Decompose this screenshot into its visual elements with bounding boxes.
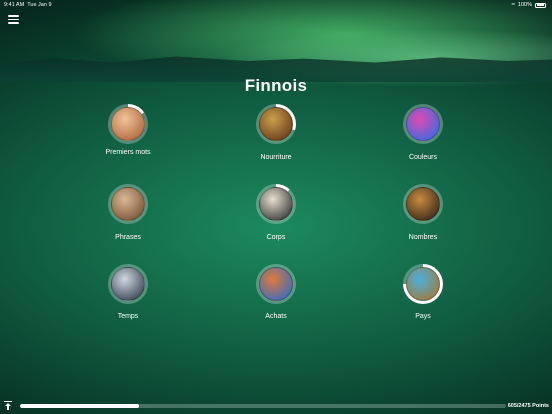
topic-image: [111, 187, 145, 221]
topic-progress-ring: [108, 104, 148, 144]
topic-label: Phrases: [115, 234, 141, 241]
status-right: ≈ 100%: [512, 0, 546, 10]
bottom-progress-bar: 605/2475 Points: [0, 398, 552, 414]
menu-icon-line: [8, 22, 19, 24]
topic-label: Achats: [265, 313, 287, 320]
topic-phrases[interactable]: Phrases: [78, 184, 178, 243]
status-bar: 9:41 AM Tue Jan 9 ≈ 100%: [0, 0, 552, 10]
topic-image: [406, 267, 440, 301]
points-progress-track: [20, 404, 506, 408]
topic-label: Pays: [415, 313, 431, 320]
topic-progress-ring: [256, 104, 296, 144]
status-time-text: 9:41 AM: [4, 2, 25, 8]
topic-image: [406, 187, 440, 221]
menu-icon-line: [8, 15, 19, 17]
page-title: Finnois: [244, 76, 308, 95]
topic-image: [406, 107, 440, 141]
topic-nourriture[interactable]: Nourriture: [226, 104, 326, 163]
topic-label: Temps: [117, 313, 139, 320]
topic-pays[interactable]: Pays: [373, 264, 473, 322]
topic-progress-ring: [256, 264, 296, 304]
topic-label: Couleurs: [408, 154, 437, 161]
topic-progress-ring: [108, 264, 148, 304]
topic-corps[interactable]: Corps: [226, 184, 326, 243]
menu-icon-line: [8, 18, 19, 20]
status-time: 9:41 AM Tue Jan 9: [4, 0, 52, 10]
topic-progress-ring: [403, 104, 443, 144]
topic-label: Corps: [266, 234, 286, 241]
topic-image: [111, 267, 145, 301]
topic-image: [259, 107, 293, 141]
topic-label: Nombres: [408, 234, 438, 241]
topic-progress-ring: [108, 184, 148, 224]
topic-label: Nourriture: [260, 154, 292, 161]
topic-premiers-mots[interactable]: Premiers mots: [78, 104, 178, 158]
topic-achats[interactable]: Achats: [226, 264, 326, 322]
topic-nombres[interactable]: Nombres: [373, 184, 473, 243]
topic-image: [259, 267, 293, 301]
upload-icon-stem: [7, 404, 9, 410]
battery-percent: 100%: [517, 2, 532, 8]
topic-couleurs[interactable]: Couleurs: [373, 104, 473, 163]
points-progress-fill: [20, 404, 139, 408]
battery-icon: [535, 2, 546, 8]
topic-image: [259, 187, 293, 221]
topic-label: Premiers mots: [105, 149, 151, 156]
status-date-text: Tue Jan 9: [27, 2, 52, 8]
wifi-icon: ≈: [511, 2, 515, 8]
points-label: 605/2475 Points: [507, 403, 549, 409]
menu-button[interactable]: [8, 13, 19, 24]
upload-icon[interactable]: [4, 401, 12, 411]
topic-temps[interactable]: Temps: [78, 264, 178, 322]
topic-progress-ring: [403, 264, 443, 304]
topic-image: [111, 107, 145, 141]
topic-progress-ring: [256, 184, 296, 224]
topic-progress-ring: [403, 184, 443, 224]
